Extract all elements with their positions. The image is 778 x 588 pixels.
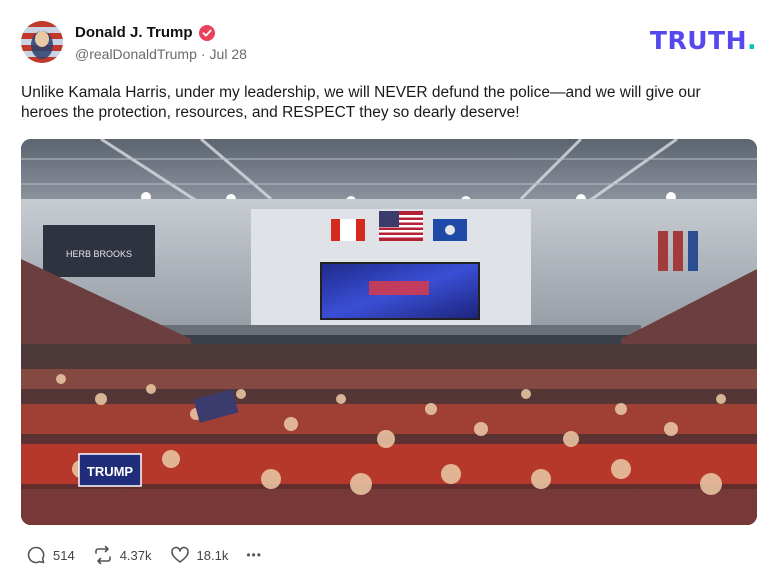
reply-button[interactable]: 514	[26, 545, 75, 565]
arena-banner: HERB BROOKS	[66, 249, 132, 259]
post-image[interactable]: HERB BROOKS TRUMP	[21, 139, 757, 525]
verified-badge-icon	[198, 24, 215, 41]
author-name-row: Donald J. Trump	[75, 24, 215, 41]
logo-dot: .	[747, 26, 757, 55]
post-date[interactable]: Jul 28	[210, 46, 247, 62]
post-text: Unlike Kamala Harris, under my leadershi…	[21, 84, 701, 121]
logo-text: TRUTH	[649, 26, 747, 55]
retruth-button[interactable]: 4.37k	[93, 545, 152, 565]
post-actions: 514 4.37k 18.1k •••	[26, 545, 262, 565]
author-name[interactable]: Donald J. Trump	[75, 24, 193, 41]
retruth-icon	[94, 545, 111, 565]
avatar[interactable]	[21, 21, 63, 63]
reply-icon	[27, 546, 45, 564]
like-count: 18.1k	[196, 547, 229, 563]
heart-icon	[170, 546, 189, 563]
like-button[interactable]: 18.1k	[170, 545, 229, 565]
more-options-button[interactable]: •••	[246, 548, 262, 562]
trump-sign: TRUMP	[87, 464, 134, 479]
author-handle[interactable]: @realDonaldTrump	[75, 46, 197, 62]
reply-count: 514	[53, 547, 75, 563]
more-icon: •••	[246, 548, 262, 562]
meta-separator: ·	[200, 46, 206, 62]
retruth-count: 4.37k	[119, 547, 152, 563]
truth-logo[interactable]: TRUTH.	[649, 26, 757, 55]
author-meta: @realDonaldTrump · Jul 28	[75, 46, 247, 62]
